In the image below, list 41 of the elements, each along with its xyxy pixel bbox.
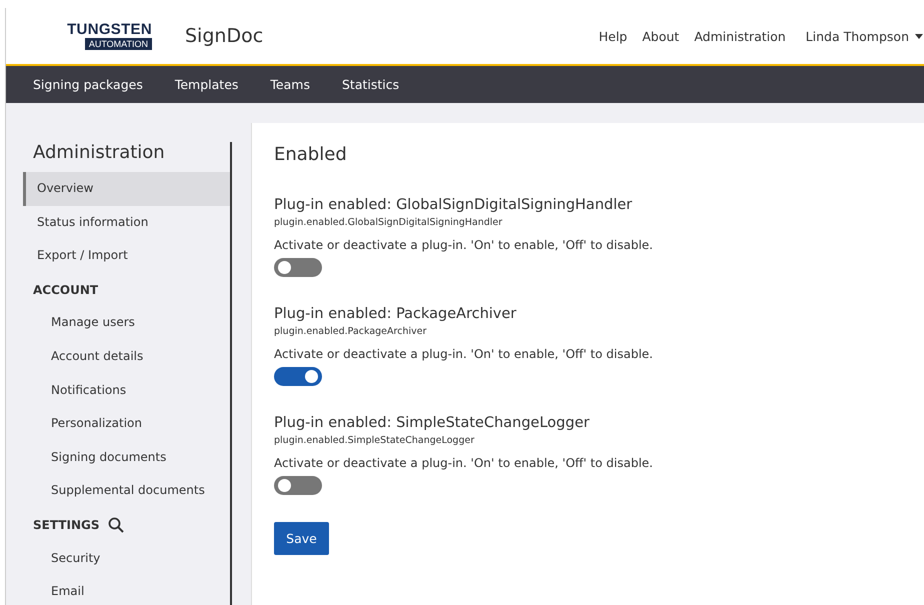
setting-description: Activate or deactivate a plug-in. 'On' to enable, 'Off' to disable. xyxy=(274,456,654,470)
setting-title: Plug-in enabled: PackageArchiver xyxy=(274,306,518,322)
logo-tagline: AUTOMATION xyxy=(84,38,152,50)
nav-link[interactable]: Teams xyxy=(270,77,310,92)
header-link[interactable]: Help xyxy=(598,28,628,44)
section-title: Enabled xyxy=(274,144,348,165)
app-name: SignDoc xyxy=(185,25,264,47)
sidebar-item[interactable]: Security xyxy=(23,542,230,576)
sidebar-item[interactable]: Notifications xyxy=(23,374,230,408)
setting-title: Plug-in enabled: SimpleStateChangeLogger xyxy=(274,415,590,431)
setting-description: Activate or deactivate a plug-in. 'On' to enable, 'Off' to disable. xyxy=(274,347,654,361)
sidebar-item[interactable]: Manage users xyxy=(23,306,230,340)
section-heading: SETTINGS xyxy=(33,518,100,532)
caret-icon xyxy=(915,34,923,38)
setting-key: plugin.enabled.PackageArchiver xyxy=(274,326,902,337)
user-menu[interactable]: Linda Thompson xyxy=(806,28,923,44)
logo-wordmark: TUNGSTEN xyxy=(67,22,152,37)
nav-link[interactable]: Statistics xyxy=(342,77,400,92)
nav-link[interactable]: Templates xyxy=(174,77,238,92)
search-icon[interactable] xyxy=(108,516,124,533)
toggle-switch[interactable] xyxy=(274,476,322,495)
sidebar-item[interactable]: Personalization xyxy=(23,407,230,441)
sidebar-item[interactable]: Overview xyxy=(23,172,230,206)
nav-link[interactable]: Signing packages xyxy=(33,77,143,92)
header-link[interactable]: Administration xyxy=(694,28,786,44)
setting-key: plugin.enabled.SimpleStateChangeLogger xyxy=(274,435,902,446)
sidebar-title: Administration xyxy=(33,142,166,164)
save-button[interactable]: Save xyxy=(274,522,329,555)
header-link[interactable]: About xyxy=(642,28,680,44)
toggle-switch[interactable] xyxy=(274,258,322,277)
sidebar-item[interactable]: Status information xyxy=(23,206,230,240)
sidebar-item[interactable]: Supplemental documents xyxy=(23,474,230,508)
sidebar-item[interactable]: Export / Import xyxy=(23,239,230,273)
sidebar-item[interactable]: Account details xyxy=(23,340,230,374)
sidebar-item[interactable]: Email xyxy=(23,575,230,605)
sidebar-item[interactable]: Signing documents xyxy=(23,440,230,474)
setting-key: plugin.enabled.GlobalSignDigitalSigningHandler xyxy=(274,217,902,228)
setting-title: Plug-in enabled: GlobalSignDigitalSigningHandler xyxy=(274,197,634,213)
section-heading: ACCOUNT xyxy=(33,282,98,297)
toggle-switch[interactable] xyxy=(274,367,322,386)
setting-description: Activate or deactivate a plug-in. 'On' to enable, 'Off' to disable. xyxy=(274,238,654,252)
